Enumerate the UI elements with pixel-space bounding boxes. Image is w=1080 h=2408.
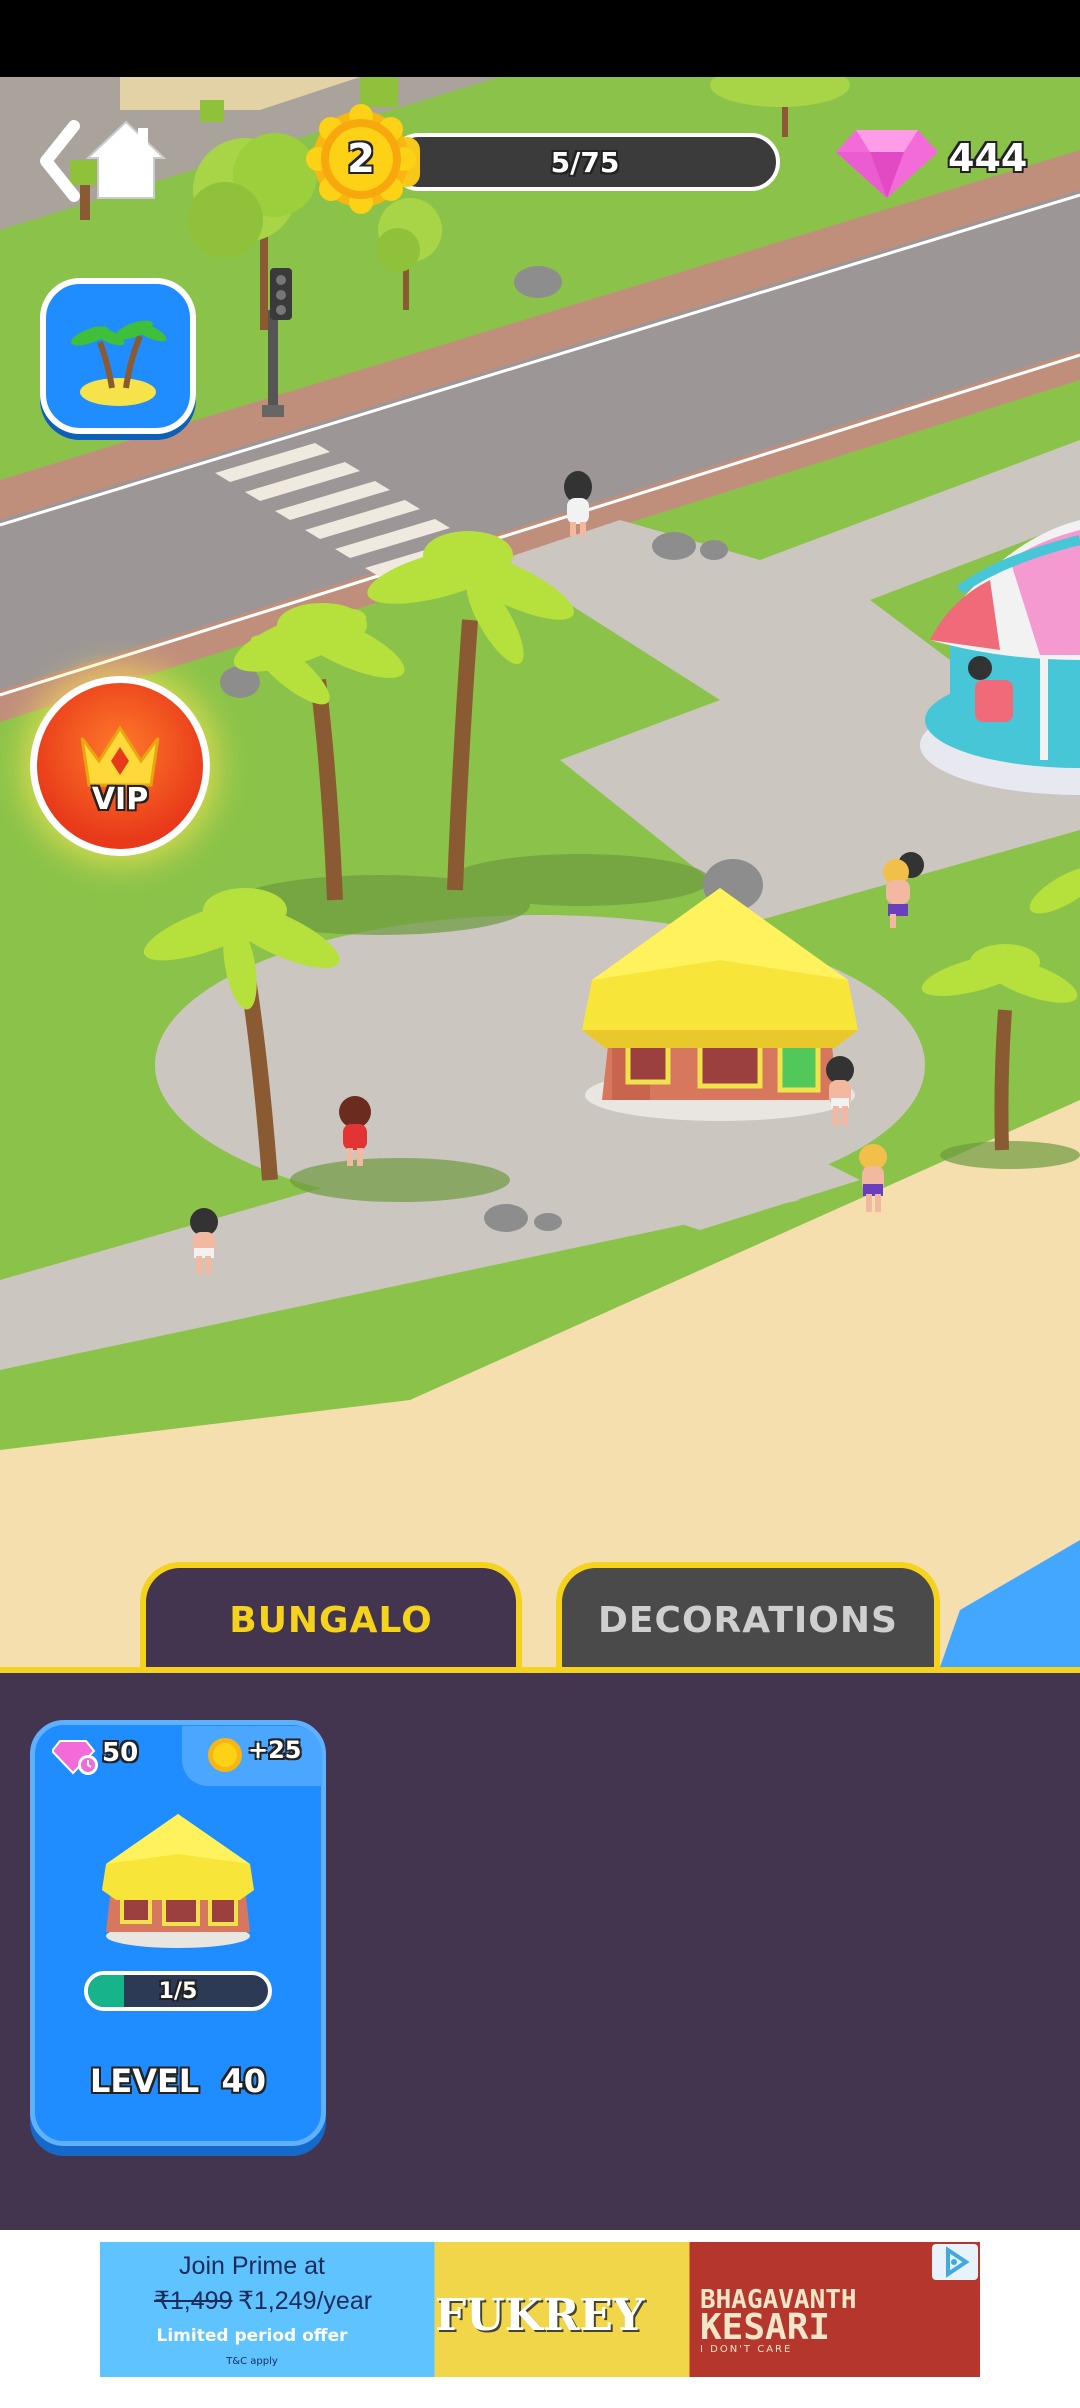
back-button[interactable] — [36, 118, 86, 204]
card-progress-label: 1/5 — [158, 1978, 198, 2004]
card-level-value: 40 — [221, 2062, 267, 2100]
crown-icon — [80, 725, 160, 787]
ad-choices-icon — [946, 2246, 970, 2278]
player-level: 2 — [347, 136, 375, 182]
card-coin-reward: +25 — [248, 1736, 302, 1764]
chevron-left-icon — [40, 120, 80, 202]
ad-movie-title-1: FUKREY — [435, 2290, 645, 2341]
home-button[interactable] — [85, 118, 167, 202]
level-progress-label: 5/75 — [550, 145, 620, 179]
card-level: LEVEL 40 — [30, 2062, 326, 2100]
status-bar — [0, 0, 1080, 77]
vip-label: VIP — [91, 782, 149, 817]
ad-price-old: ₹1,499 — [154, 2287, 233, 2315]
palm-island-icon — [71, 320, 167, 406]
ad-terms: T&C apply — [226, 2356, 278, 2367]
card-gem-cost: 50 — [102, 1738, 139, 1768]
tab-bungalo[interactable]: BUNGALO — [140, 1562, 522, 1672]
coin-sun-icon — [208, 1738, 242, 1772]
ad-headline: Join Prime at — [179, 2252, 325, 2280]
ad-offer: Limited period offer — [156, 2326, 348, 2346]
ad-movie-title-2: BHAGAVANTH KESARI — [700, 2286, 857, 2348]
gem-timer-icon — [52, 1740, 98, 1775]
diamond-icon — [836, 130, 938, 198]
island-map-button[interactable] — [40, 278, 196, 434]
ad-movie-title-2-line2: KESARI — [700, 2307, 831, 2348]
bungalow-icon — [102, 1814, 254, 1948]
ad-movie-tagline: I DON'T CARE — [700, 2344, 793, 2355]
vip-button[interactable] — [30, 676, 210, 856]
tab-decorations[interactable]: DECORATIONS — [556, 1562, 940, 1672]
level-progress-bar: 5/75 — [390, 133, 780, 191]
home-icon — [85, 120, 167, 199]
ad-price-new: ₹1,249/year — [238, 2287, 373, 2315]
card-level-label: LEVEL — [89, 2062, 200, 2100]
gem-count: 444 — [948, 136, 1028, 180]
ad-choices-button[interactable] — [932, 2244, 978, 2280]
